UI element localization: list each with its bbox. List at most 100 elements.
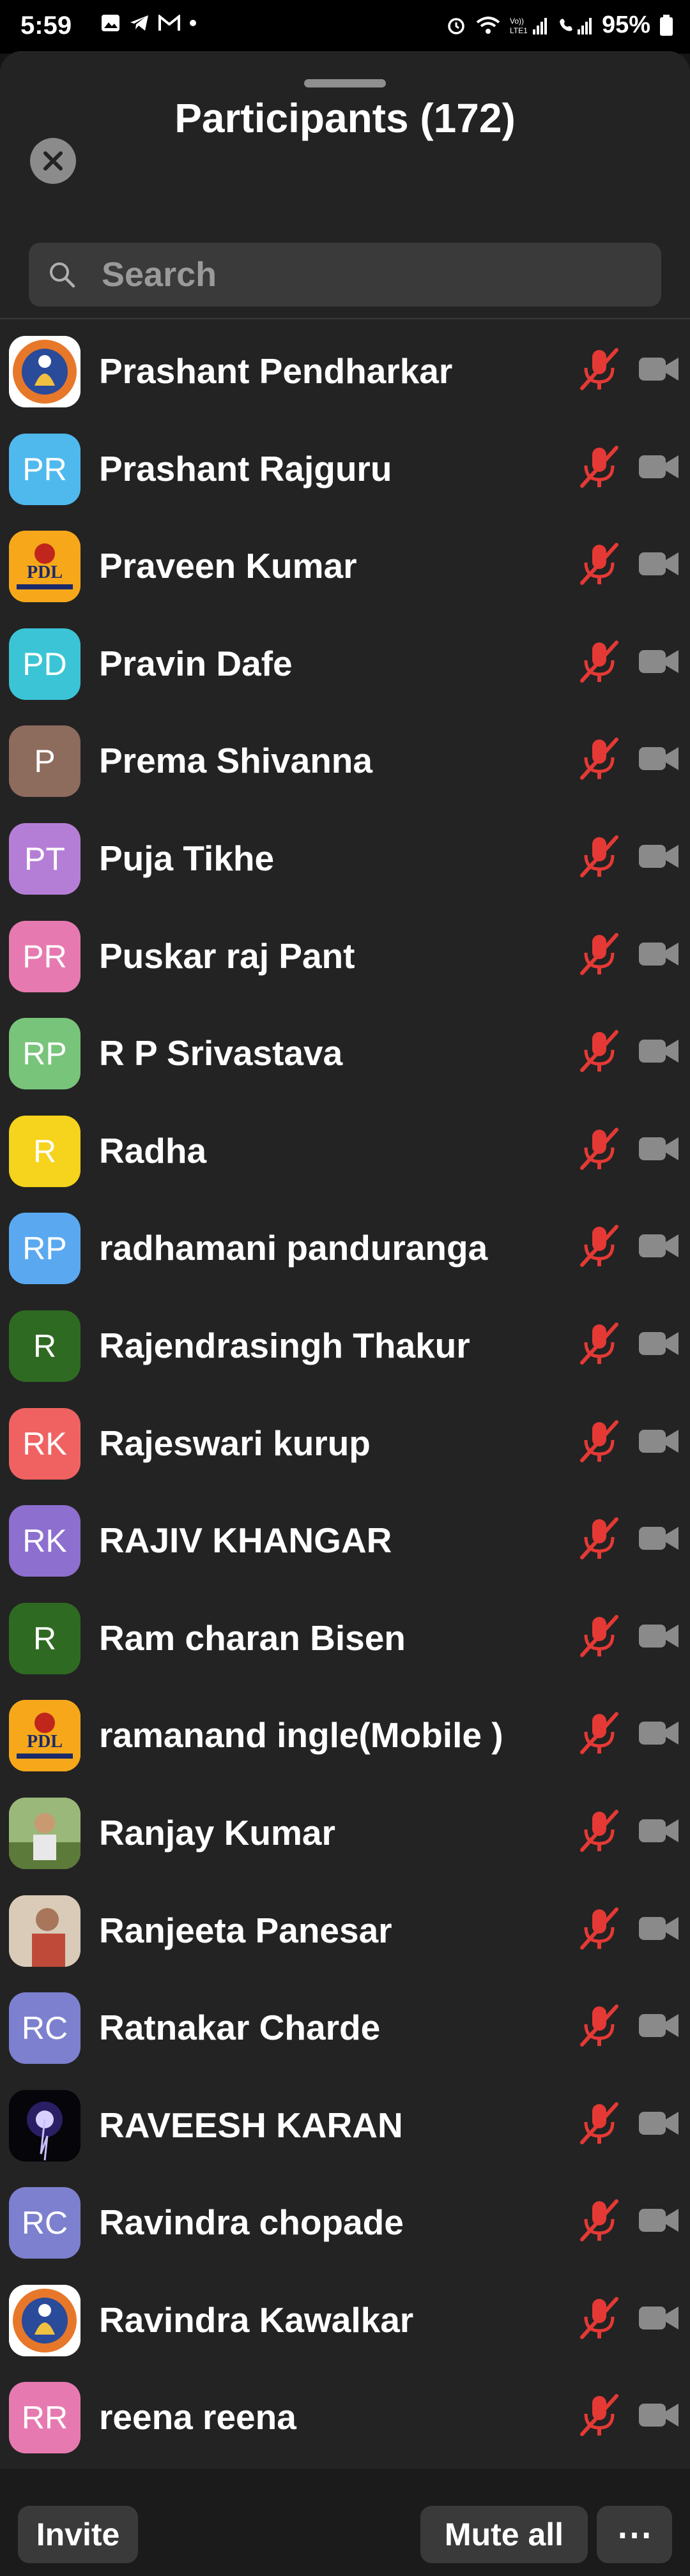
- mic-toggle[interactable]: [577, 1321, 622, 1370]
- participant-row[interactable]: Ravindra Kawalkar: [0, 2272, 690, 2370]
- participant-row[interactable]: PDL ramanand ingle(Mobile ): [0, 1687, 690, 1785]
- avatar: PDL: [9, 531, 80, 603]
- mic-toggle[interactable]: [577, 833, 622, 883]
- participant-row[interactable]: RR reena reena: [0, 2369, 690, 2467]
- camera-toggle[interactable]: [638, 1914, 680, 1946]
- mic-toggle[interactable]: [577, 1905, 622, 1955]
- camera-toggle[interactable]: [638, 745, 680, 776]
- mic-muted-icon: [580, 1127, 618, 1170]
- avatar-initials: PR: [22, 451, 67, 487]
- mic-toggle[interactable]: [577, 736, 622, 785]
- participant-row[interactable]: PR Puskar raj Pant: [0, 908, 690, 1006]
- participant-name: Radha: [99, 1130, 207, 1171]
- volte-signal-icon: Vo))LTE1: [510, 17, 547, 35]
- camera-off-icon: [639, 552, 678, 576]
- mic-toggle[interactable]: [577, 2003, 622, 2052]
- camera-toggle[interactable]: [638, 1427, 680, 1458]
- participant-row[interactable]: RC Ravindra chopade: [0, 2174, 690, 2272]
- participant-row[interactable]: Ranjeeta Panesar: [0, 1883, 690, 1980]
- participant-row[interactable]: Prashant Pendharkar: [0, 323, 690, 421]
- camera-toggle[interactable]: [638, 1232, 680, 1263]
- mic-toggle[interactable]: [577, 2197, 622, 2246]
- search-bar[interactable]: [29, 242, 661, 307]
- mic-toggle[interactable]: [577, 1418, 622, 1467]
- mic-toggle[interactable]: [577, 1028, 622, 1077]
- participant-row[interactable]: RK Rajeswari kurup: [0, 1395, 690, 1493]
- more-options-button[interactable]: ⋯: [597, 2506, 672, 2563]
- participant-name: Rajendrasingh Thakur: [99, 1325, 470, 1365]
- camera-toggle[interactable]: [638, 1719, 680, 1750]
- mic-toggle[interactable]: [577, 639, 622, 688]
- participant-row[interactable]: RP radhamani panduranga: [0, 1200, 690, 1298]
- avatar-initials: PT: [24, 840, 65, 877]
- telegram-notification-icon: [130, 15, 148, 31]
- mic-toggle[interactable]: [577, 444, 622, 493]
- participant-name: Prashant Rajguru: [99, 448, 392, 489]
- mic-toggle[interactable]: [577, 2392, 622, 2441]
- camera-toggle[interactable]: [638, 940, 680, 971]
- camera-toggle[interactable]: [638, 1622, 680, 1653]
- camera-toggle[interactable]: [638, 2401, 680, 2432]
- mic-toggle[interactable]: [577, 346, 622, 395]
- mic-toggle[interactable]: [577, 1710, 622, 1759]
- mic-muted-icon: [580, 2394, 618, 2437]
- mic-toggle[interactable]: [577, 931, 622, 980]
- mic-toggle[interactable]: [577, 2295, 622, 2344]
- participant-row[interactable]: PT Puja Tikhe: [0, 810, 690, 908]
- participant-row[interactable]: RC Ratnakar Charde: [0, 1980, 690, 2077]
- mic-muted-icon: [580, 348, 618, 390]
- camera-toggle[interactable]: [638, 2109, 680, 2140]
- participant-row[interactable]: P Prema Shivanna: [0, 713, 690, 810]
- participant-list: Prashant Pendharkar PR Prashant Rajguru PDL…: [0, 323, 690, 2467]
- participant-row[interactable]: PDL Praveen Kumar: [0, 518, 690, 616]
- drag-handle[interactable]: [304, 79, 386, 87]
- camera-toggle[interactable]: [638, 2304, 680, 2335]
- camera-toggle[interactable]: [638, 2012, 680, 2043]
- mic-muted-icon: [580, 445, 618, 488]
- avatar: R: [9, 1310, 80, 1382]
- camera-toggle[interactable]: [638, 842, 680, 874]
- camera-toggle[interactable]: [638, 2206, 680, 2238]
- participant-name: RAJIV KHANGAR: [99, 1520, 392, 1561]
- mic-toggle[interactable]: [577, 2100, 622, 2149]
- camera-toggle[interactable]: [638, 1330, 680, 1361]
- mic-toggle[interactable]: [577, 1808, 622, 1857]
- participant-row[interactable]: R Rajendrasingh Thakur: [0, 1298, 690, 1395]
- mic-muted-icon: [580, 835, 618, 877]
- participant-row[interactable]: RAVEESH KARAN: [0, 2077, 690, 2175]
- mic-toggle[interactable]: [577, 541, 622, 590]
- search-input[interactable]: [100, 242, 661, 307]
- camera-off-icon: [639, 2404, 678, 2427]
- camera-toggle[interactable]: [638, 550, 680, 581]
- mute-all-button[interactable]: Mute all: [420, 2506, 588, 2563]
- participant-name: Prema Shivanna: [99, 741, 372, 781]
- participant-name: Ravindra chopade: [99, 2202, 404, 2243]
- camera-off-icon: [639, 1624, 678, 1648]
- camera-toggle[interactable]: [638, 1135, 680, 1166]
- camera-toggle[interactable]: [638, 1524, 680, 1556]
- mic-toggle[interactable]: [577, 1515, 622, 1565]
- camera-toggle[interactable]: [638, 1037, 680, 1068]
- participant-row[interactable]: PR Prashant Rajguru: [0, 421, 690, 519]
- camera-toggle[interactable]: [638, 1817, 680, 1848]
- mic-toggle[interactable]: [577, 1126, 622, 1175]
- participant-row[interactable]: RK RAJIV KHANGAR: [0, 1492, 690, 1590]
- avatar-image: [9, 336, 80, 407]
- camera-off-icon: [639, 1234, 678, 1258]
- participant-row[interactable]: R Radha: [0, 1103, 690, 1201]
- participant-row[interactable]: Ranjay Kumar: [0, 1785, 690, 1883]
- camera-toggle[interactable]: [638, 355, 680, 386]
- participant-row[interactable]: RP R P Srivastava: [0, 1005, 690, 1103]
- participant-row[interactable]: PD Pravin Dafe: [0, 616, 690, 713]
- participant-name: Puskar raj Pant: [99, 936, 355, 976]
- participant-name: Ranjeeta Panesar: [99, 1910, 392, 1950]
- participant-row[interactable]: R Ram charan Bisen: [0, 1590, 690, 1688]
- mic-toggle[interactable]: [577, 1613, 622, 1662]
- close-button[interactable]: [30, 138, 76, 184]
- camera-toggle[interactable]: [638, 453, 680, 484]
- avatar: PT: [9, 822, 80, 895]
- camera-toggle[interactable]: [638, 648, 680, 679]
- camera-off-icon: [639, 747, 678, 771]
- invite-button[interactable]: Invite: [18, 2506, 138, 2563]
- mic-toggle[interactable]: [577, 1223, 622, 1272]
